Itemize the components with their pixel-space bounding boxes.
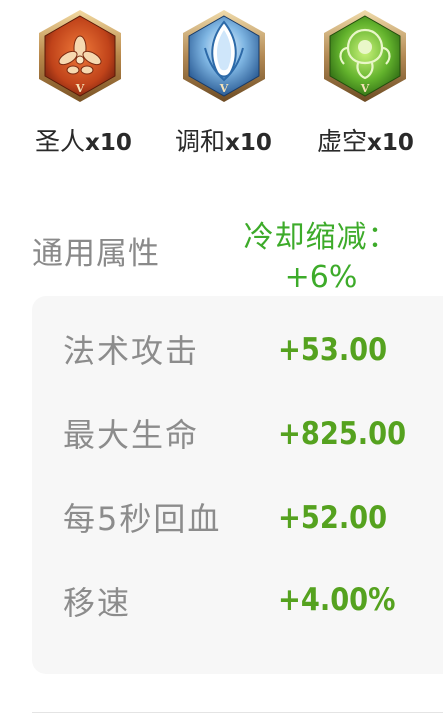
stat-value: +52.00 (278, 500, 388, 536)
section-title: 通用属性 (32, 236, 160, 272)
tier-label: V (75, 82, 85, 95)
divider (32, 712, 443, 713)
emblem-name: 圣人 (35, 127, 86, 156)
stat-value: +53.00 (278, 332, 388, 368)
emblem-label-saint: 圣人x10 (35, 122, 132, 158)
stat-row-hp-regen: 每5秒回血 +52.00 (32, 500, 443, 560)
stat-label: 每5秒回血 (63, 500, 222, 538)
stat-row-magic-attack: 法术攻击 +53.00 (32, 332, 443, 392)
stats-panel: 法术攻击 +53.00 最大生命 +825.00 每5秒回血 +52.00 移速… (32, 296, 443, 674)
emblem-label-harmony: 调和x10 (175, 122, 272, 158)
stat-value: +825.00 (278, 416, 407, 452)
emblem-count: x10 (367, 130, 414, 156)
emblem-name: 调和 (175, 127, 226, 156)
stat-row-move-speed: 移速 +4.00% (32, 582, 443, 646)
emblem-name: 虚空 (317, 127, 368, 156)
cooldown-reduction: 冷却缩减： +6% (226, 218, 416, 298)
void-emblem-icon[interactable]: V (320, 8, 410, 104)
emblem-count: x10 (225, 130, 272, 156)
stat-label: 最大生命 (63, 416, 200, 454)
stat-label: 移速 (63, 584, 132, 622)
harmony-emblem-icon[interactable]: V (179, 8, 269, 104)
tier-label: V (360, 82, 370, 95)
cooldown-value: +6% (284, 260, 358, 295)
emblem-label-void: 虚空x10 (317, 122, 414, 158)
saint-emblem-icon[interactable]: V (35, 8, 125, 104)
stat-row-max-health: 最大生命 +825.00 (32, 416, 443, 476)
stat-value: +4.00% (278, 582, 396, 618)
stat-label: 法术攻击 (63, 332, 200, 370)
tier-label: V (219, 82, 229, 95)
cooldown-label: 冷却缩减： (243, 220, 399, 255)
emblem-count: x10 (85, 130, 132, 156)
